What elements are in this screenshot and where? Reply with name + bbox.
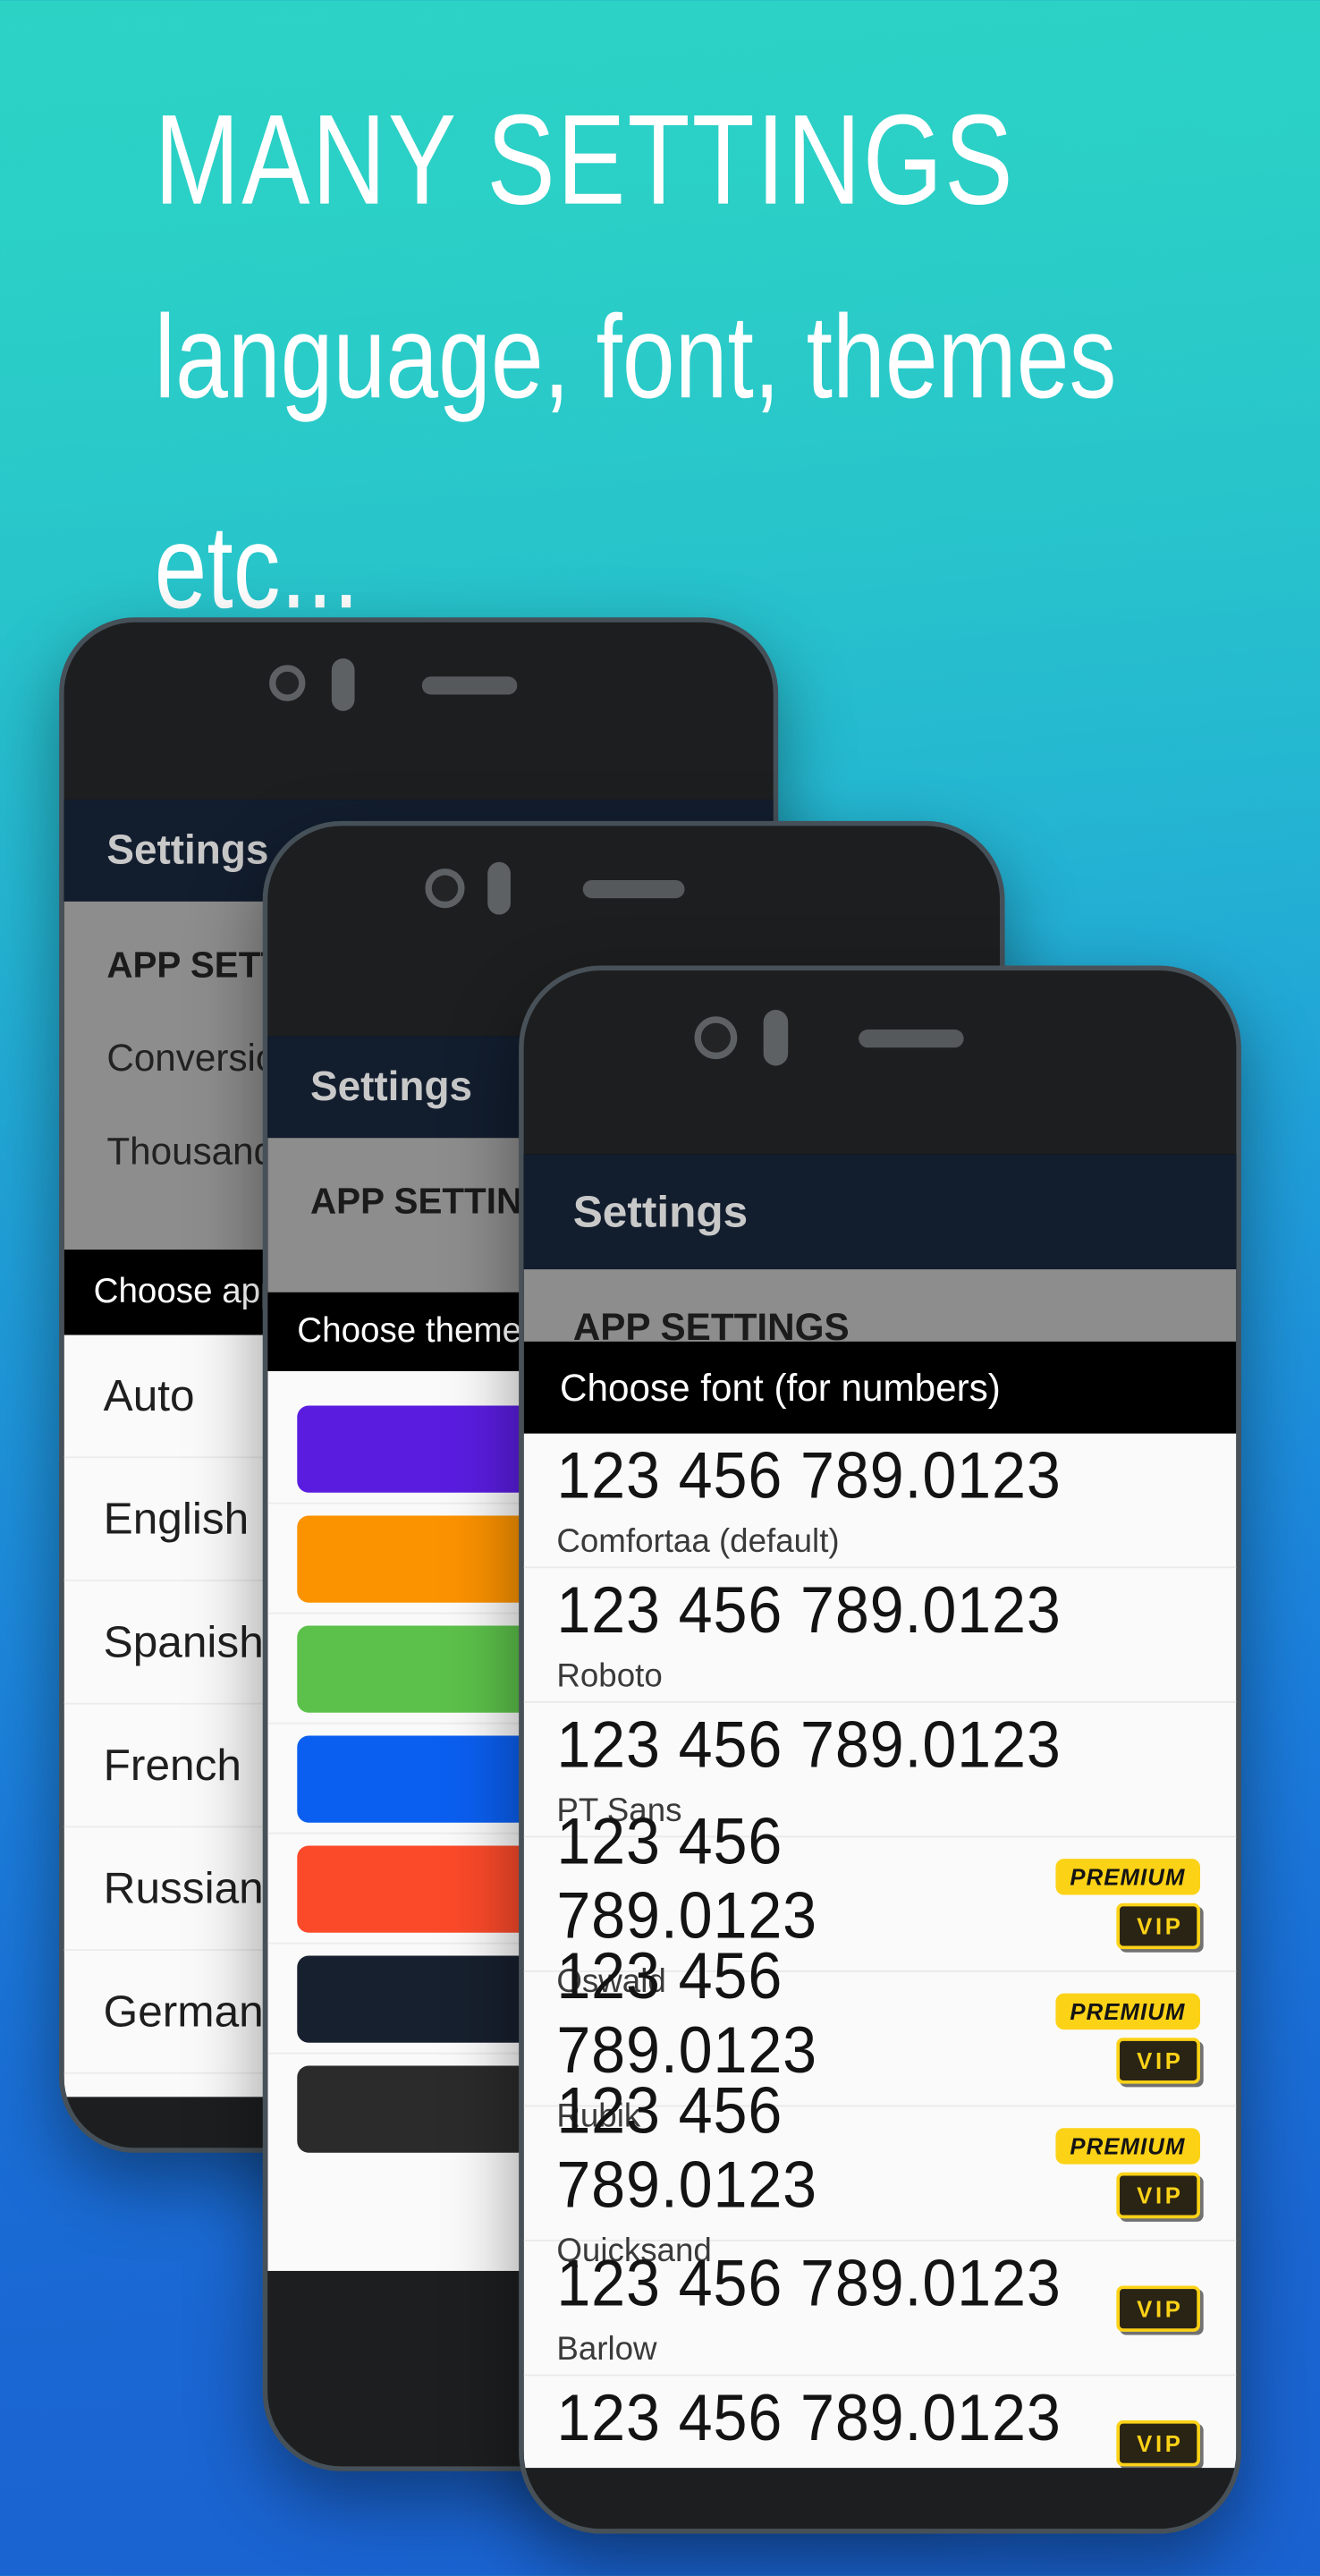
font-name-label: Roboto <box>556 1657 663 1694</box>
font-sample-text: 123 456 789.0123 <box>556 2247 1062 2320</box>
vip-badge: VIP <box>1117 1902 1200 1950</box>
app-bar-right: Settings <box>523 1154 1237 1270</box>
earpiece-speaker-icon <box>859 1030 964 1048</box>
font-badges: PREMIUM VIP <box>1054 2128 1200 2219</box>
font-list-item[interactable]: 123 456 789.0123 Barlow VIP <box>523 2241 1237 2377</box>
language-label: Auto <box>103 1369 195 1420</box>
premium-badge: PREMIUM <box>1054 1859 1200 1895</box>
earpiece-speaker-icon <box>582 880 685 899</box>
section-header-app-settings: APP SETTINGS <box>572 1305 850 1349</box>
font-name-label: Comfortaa (default) <box>556 1522 840 1560</box>
font-dialog: Choose font (for numbers) 123 456 789.01… <box>523 1341 1237 2469</box>
promo-subtitle-line-1: language, font, themes <box>154 292 1117 424</box>
language-label: English <box>103 1493 250 1543</box>
page-title: MANY SETTINGS <box>154 87 1015 232</box>
font-list-item[interactable]: 123 456 789.0123 Arvo VIP <box>524 2376 1237 2468</box>
font-badges: VIP <box>1117 2419 1200 2466</box>
font-badges: VIP <box>1117 2284 1200 2331</box>
font-sample-text: 123 456 789.0123 <box>556 1439 1062 1512</box>
font-sample-text: 123 456 789.0123 <box>556 2075 818 2222</box>
settings-content-right: APP SETTINGS <box>523 1269 1237 1348</box>
proximity-sensor-icon <box>763 1010 789 1066</box>
front-camera-icon <box>269 665 306 701</box>
font-list: 123 456 789.0123 Comfortaa (default) 123… <box>523 1434 1237 2468</box>
app-bar-title: Settings <box>309 1063 473 1110</box>
vip-badge: VIP <box>1117 2284 1200 2331</box>
premium-badge: PREMIUM <box>1054 2128 1200 2165</box>
font-dialog-title-text: Choose font (for numbers) <box>560 1365 1001 1409</box>
vip-badge: VIP <box>1117 2038 1200 2084</box>
vip-badge: VIP <box>1117 2172 1200 2219</box>
language-label: Spanish <box>103 1616 264 1666</box>
proximity-sensor-icon <box>487 861 511 915</box>
font-list-item[interactable]: 123 456 789.0123 Quicksand PREMIUM VIP <box>523 2075 1237 2269</box>
phone-screen-right: Settings APP SETTINGS Choose font (for n… <box>523 1154 1237 2469</box>
front-camera-icon <box>694 1016 738 1060</box>
promo-headline-block: MANY SETTINGS language, font, themes etc… <box>155 63 1320 650</box>
premium-badge: PREMIUM <box>1054 1993 1200 2030</box>
font-list-item[interactable]: 123 456 789.0123 Comfortaa (default) <box>523 1434 1237 1569</box>
font-list-item[interactable]: 123 456 789.0123 Roboto <box>523 1568 1237 1703</box>
language-label: French <box>103 1740 241 1790</box>
font-sample-text: 123 456 789.0123 <box>556 1806 818 1953</box>
app-bar-title: Settings <box>106 826 269 873</box>
font-badges: PREMIUM VIP <box>1054 1993 1200 2084</box>
font-sample-text: 123 456 789.0123 <box>556 1708 1062 1781</box>
phone-right-foreground: Settings APP SETTINGS Choose font (for n… <box>519 965 1241 2534</box>
vip-badge: VIP <box>1117 2419 1200 2466</box>
earpiece-speaker-icon <box>421 676 518 695</box>
font-sample-text: 123 456 789.0123 <box>556 2381 1062 2454</box>
language-label: Russian <box>103 1862 264 1912</box>
proximity-sensor-icon <box>331 658 355 711</box>
font-badges: PREMIUM VIP <box>1054 1859 1200 1950</box>
font-sample-text: 123 456 789.0123 <box>556 1573 1062 1647</box>
front-camera-icon <box>425 869 465 909</box>
app-bar-title: Settings <box>572 1186 749 1236</box>
font-sample-text: 123 456 789.0123 <box>556 1940 818 2088</box>
font-dialog-title: Choose font (for numbers) <box>523 1341 1237 1434</box>
theme-dialog-title-text: Choose theme <box>297 1311 522 1351</box>
font-name-label: Arvo <box>556 2465 1099 2468</box>
font-name-label: Barlow <box>556 2330 657 2368</box>
language-label: German <box>103 1986 264 2036</box>
